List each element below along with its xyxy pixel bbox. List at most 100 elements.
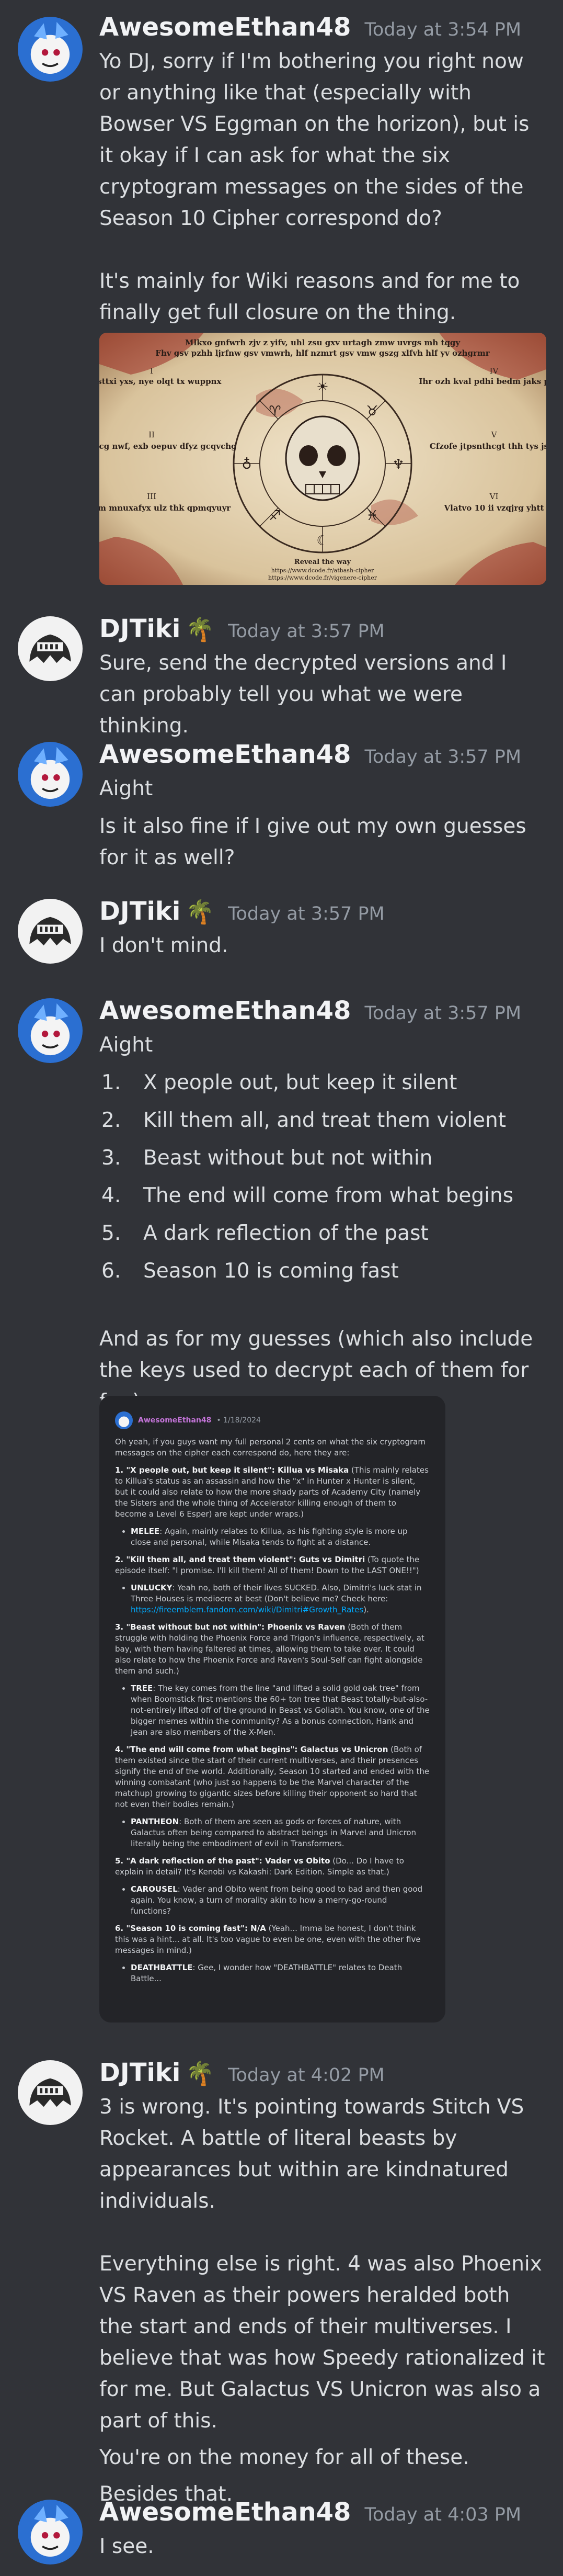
list-number: 4.: [101, 1184, 121, 1207]
author-name[interactable]: AwesomeEthan48: [99, 740, 351, 769]
timestamp[interactable]: Today at 3:54 PM: [364, 19, 521, 40]
message-paragraph: 3 is wrong. It's pointing towards Stitch…: [99, 2095, 524, 2213]
timestamp[interactable]: Today at 4:02 PM: [228, 2065, 385, 2086]
palm-tree-icon: 🌴: [186, 899, 215, 925]
author-name[interactable]: AwesomeEthan48: [99, 2498, 351, 2527]
message: DJTiki 🌴 Today at 4:02 PM 3 is wrong. It…: [0, 2040, 563, 2506]
message: DJTiki 🌴 Today at 3:57 PM Sure, send the…: [0, 596, 563, 738]
cipher-message: Uvesvm mnuxafyx ulz thk qpmqyuyr: [99, 503, 231, 513]
card-paragraph: Oh yeah, if you guys want my full person…: [115, 1437, 426, 1458]
avatar-awesomeethan48[interactable]: [18, 2500, 83, 2564]
author-name[interactable]: AwesomeEthan48: [99, 996, 351, 1025]
timestamp[interactable]: Today at 4:03 PM: [364, 2504, 521, 2525]
message: AwesomeEthan48 Today at 4:03 PM I see.: [0, 2480, 563, 2576]
palm-tree-icon: 🌴: [186, 616, 215, 643]
timestamp[interactable]: Today at 3:57 PM: [228, 621, 385, 642]
avatar-awesomeethan48[interactable]: [18, 998, 83, 1063]
cipher-message: Ihr ozh kval pdhi bedm jaks prvial: [419, 377, 546, 386]
cipher-numeral: III: [147, 492, 156, 501]
card-key: DEATHBATTLE: [131, 1963, 193, 1972]
card-bullet: DEATHBATTLE: Gee, I wonder how "DEATHBAT…: [131, 1962, 430, 1984]
card-bullets: UNLUCKY: Yeah no, both of their lives SU…: [115, 1583, 430, 1615]
card-bullet: TREE: The key comes from the line "and l…: [131, 1683, 430, 1738]
cipher-message: J tpsttxi yxs, nye olqt tx wuppnx: [99, 377, 222, 386]
card-heading: 2. "Kill them all, and treat them violen…: [115, 1555, 365, 1564]
list-item-text: Kill them all, and treat them violent: [143, 1109, 507, 1132]
author-name[interactable]: DJTiki: [99, 897, 180, 926]
avatar-djtiki[interactable]: [18, 616, 83, 681]
card-paragraph: 5. "A dark reflection of the past": Vade…: [115, 1856, 430, 1878]
list-item: 6. Season 10 is coming fast: [99, 1252, 549, 1290]
card-paragraph: 1. "X people out, but keep it silent": K…: [115, 1465, 430, 1520]
card-paragraph: 3. "Beast without but not within": Phoen…: [115, 1622, 430, 1677]
card-bullets: MELEE: Again, mainly relates to Killua, …: [115, 1526, 430, 1548]
message-paragraph: I don't mind.: [99, 934, 228, 957]
list-item-text: Beast without but not within: [143, 1146, 433, 1170]
zodiac-wheel: ☀ ☾ ♁ ♆ ♈ ♉ ♐ ♓: [233, 374, 412, 553]
screenshot-attachment[interactable]: AwesomeEthan48 • 1/18/2024 Oh yeah, if y…: [99, 1396, 445, 2023]
cipher-image-attachment[interactable]: ☀ ☾ ♁ ♆ ♈ ♉ ♐ ♓ Mlkxo gnfwrh zjv z yifv, uhl…: [99, 333, 546, 585]
message-paragraph: Yo DJ, sorry if I'm bothering you right …: [99, 50, 530, 230]
message-content: I see.: [99, 2531, 549, 2562]
list-number: 2.: [101, 1109, 121, 1132]
palm-tree-icon: 🌴: [186, 2060, 215, 2087]
avatar: [115, 1411, 133, 1429]
list-number: 6.: [101, 1259, 121, 1283]
card-text: : The key comes from the line "and lifte…: [131, 1684, 430, 1737]
card-link: https://fireemblem.fandom.com/wiki/Dimit…: [131, 1605, 364, 1614]
message-header: AwesomeEthan48 Today at 3:57 PM: [99, 740, 521, 769]
author-name[interactable]: AwesomeEthan48: [99, 13, 351, 42]
message-paragraph: Is it also fine if I give out my own gue…: [99, 815, 526, 869]
card-text: : Yeah no, both of their lives SUCKED. A…: [131, 1583, 422, 1603]
svg-text:♉: ♉: [366, 403, 378, 419]
cipher-numeral: I: [150, 366, 153, 376]
message-paragraph: I see.: [99, 2535, 154, 2558]
cipher-top-text: Fhv gsv pzhh ljrfnw gsv vmwrh, hlf nzmrt…: [155, 348, 490, 358]
card-text: ).: [363, 1605, 369, 1614]
cipher-message: Cfzofe jtpsnthcgt thh tys jsee: [430, 442, 546, 451]
message-paragraph: It's mainly for Wiki reasons and for me …: [99, 269, 520, 324]
message-content: 3 is wrong. It's pointing towards Stitch…: [99, 2092, 549, 2510]
card-bullets: TREE: The key comes from the line "and l…: [115, 1683, 430, 1738]
message-paragraph: Aight: [99, 1033, 153, 1057]
message-content: Aight: [99, 1030, 549, 1061]
message-header: DJTiki 🌴 Today at 3:57 PM: [99, 897, 385, 926]
card-paragraph: 6. "Season 10 is coming fast": N/A (Yeah…: [115, 1923, 430, 1956]
message-header: DJTiki 🌴 Today at 4:02 PM: [99, 2058, 385, 2087]
svg-text:♈: ♈: [269, 403, 281, 419]
card-heading: 1. "X people out, but keep it silent": K…: [115, 1465, 349, 1475]
card-heading: 5. "A dark reflection of the past": Vade…: [115, 1856, 330, 1866]
list-item: 1. X people out, but keep it silent: [99, 1064, 549, 1102]
list-item-text: A dark reflection of the past: [143, 1222, 429, 1245]
timestamp[interactable]: Today at 3:57 PM: [228, 903, 385, 924]
avatar-awesomeethan48[interactable]: [18, 742, 83, 807]
card-paragraph: 4. "The end will come from what begins":…: [115, 1744, 430, 1810]
card-key: TREE: [131, 1684, 153, 1693]
svg-text:♐: ♐: [269, 508, 281, 524]
card-heading: 4. "The end will come from what begins":…: [115, 1745, 388, 1754]
card-key: CAROUSEL: [131, 1884, 178, 1894]
timestamp[interactable]: Today at 3:57 PM: [364, 1003, 521, 1024]
message-header: DJTiki 🌴 Today at 3:57 PM: [99, 614, 385, 643]
avatar-djtiki[interactable]: [18, 2060, 83, 2125]
card-bullet: PANTHEON: Both of them are seen as gods …: [131, 1816, 430, 1849]
author-name[interactable]: DJTiki: [99, 614, 180, 643]
cipher-bottom-link: https://www.dcode.fr/atbash-cipher: [271, 567, 374, 574]
list-number: 3.: [101, 1146, 121, 1170]
timestamp[interactable]: Today at 3:57 PM: [364, 747, 521, 767]
card-text: : Again, mainly relates to Killua, as hi…: [131, 1527, 408, 1547]
avatar-djtiki[interactable]: [18, 899, 83, 964]
cipher-bottom-text: Reveal the way: [294, 558, 351, 566]
message-content: I don't mind.: [99, 930, 549, 962]
list-item-text: Season 10 is coming fast: [143, 1259, 399, 1283]
card-header: AwesomeEthan48 • 1/18/2024: [115, 1411, 430, 1429]
list-item-text: The end will come from what begins: [143, 1184, 514, 1207]
message-content: Aight Is it also fine if I give out my o…: [99, 773, 549, 874]
card-bullet: CAROUSEL: Vader and Obito went from bein…: [131, 1884, 430, 1917]
list-item: 3. Beast without but not within: [99, 1139, 549, 1177]
author-name[interactable]: DJTiki: [99, 2058, 180, 2087]
message: AwesomeEthan48 Today at 3:54 PM Yo DJ, s…: [0, 0, 563, 596]
skull-icon: [285, 415, 360, 501]
avatar-awesomeethan48[interactable]: [18, 17, 83, 82]
svg-text:♁: ♁: [242, 457, 251, 472]
